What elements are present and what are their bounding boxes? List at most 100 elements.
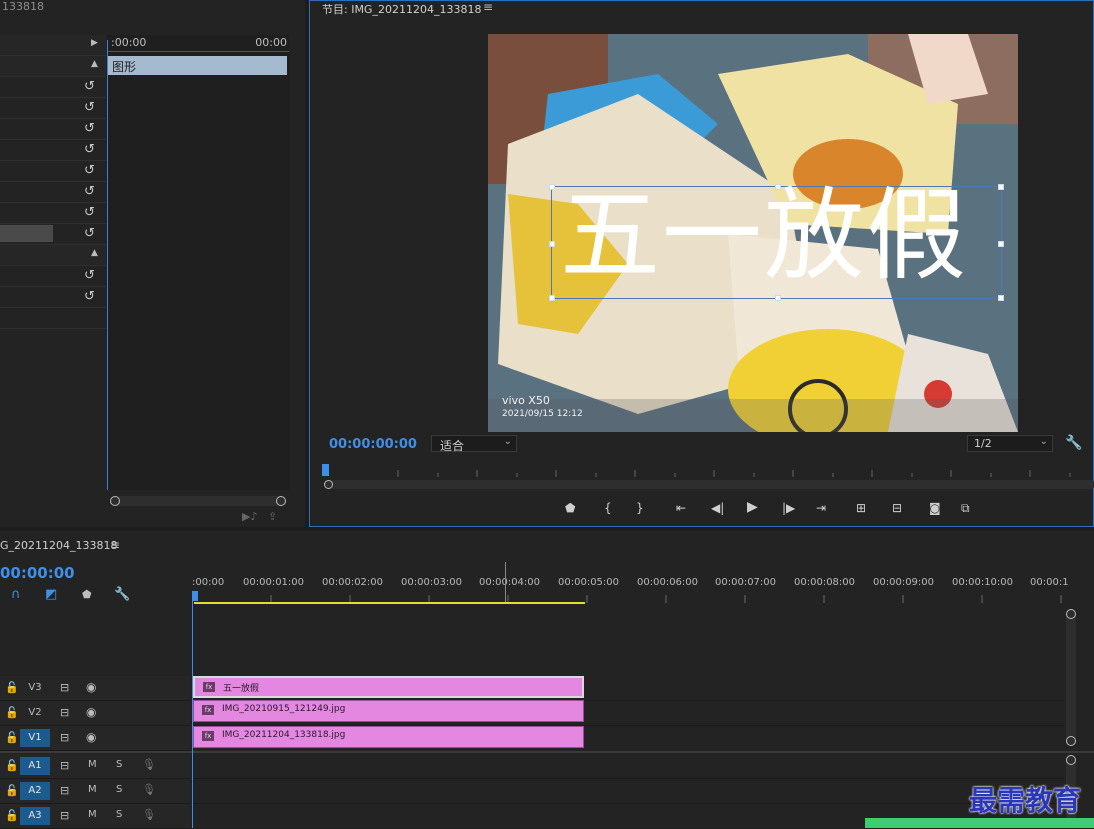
play-audio-icon[interactable]: ▶♪ xyxy=(242,510,257,523)
resize-handle[interactable] xyxy=(998,184,1004,190)
sequence-tab-name[interactable]: G_20211204_133818 xyxy=(0,539,118,552)
go-to-out-icon[interactable]: ⇥ xyxy=(816,501,826,515)
scroll-handle-left[interactable] xyxy=(324,480,333,489)
effect-row[interactable]: ▶ xyxy=(0,35,106,56)
track-header-a1[interactable]: 🔓 A1 ⊟ M S 🎙 xyxy=(0,754,190,779)
solo-button[interactable]: S xyxy=(116,809,122,820)
lock-icon[interactable]: 🔓 xyxy=(5,706,19,719)
track-header-a3[interactable]: 🔓 A3 ⊟ M S 🎙 xyxy=(0,804,190,829)
microphone-icon[interactable]: 🎙 xyxy=(142,783,156,796)
mark-in-icon[interactable]: { xyxy=(604,501,612,515)
fit-select[interactable]: 适合 ⌄ xyxy=(431,435,517,453)
track-lanes[interactable] xyxy=(192,676,1064,828)
track-header-v2[interactable]: 🔓 V2 ⊟ ◉ xyxy=(0,701,190,726)
reset-icon[interactable]: ↺ xyxy=(84,79,95,94)
track-label[interactable]: V1 xyxy=(20,729,50,747)
lock-icon[interactable]: 🔓 xyxy=(5,784,19,797)
reset-icon[interactable]: ↺ xyxy=(84,100,95,115)
scroll-handle-top[interactable] xyxy=(1066,609,1076,619)
reset-icon[interactable]: ↺ xyxy=(84,121,95,136)
play-icon[interactable]: ▶ xyxy=(747,499,758,515)
track-header-v1[interactable]: 🔓 V1 ⊟ ◉ xyxy=(0,726,190,751)
reset-icon[interactable]: ↺ xyxy=(84,205,95,220)
ec-zoom-scrollbar[interactable] xyxy=(110,496,286,506)
program-monitor-title[interactable]: 节目: IMG_20211204_133818 xyxy=(322,1,481,17)
panel-menu-icon[interactable]: ≡ xyxy=(483,0,493,14)
resize-handle[interactable] xyxy=(549,241,555,247)
effect-row[interactable]: ▲ xyxy=(0,245,106,266)
eye-icon[interactable]: ◉ xyxy=(86,680,96,694)
scroll-handle-right[interactable] xyxy=(276,496,286,506)
text-bounding-box[interactable]: 五一放假 xyxy=(549,181,1004,301)
mute-button[interactable]: M xyxy=(88,809,97,820)
resize-handle[interactable] xyxy=(998,295,1004,301)
track-label[interactable]: A3 xyxy=(20,807,50,825)
track-label[interactable]: A1 xyxy=(20,757,50,775)
lift-icon[interactable]: ⊞ xyxy=(856,501,866,515)
reset-icon[interactable]: ↺ xyxy=(84,142,95,157)
solo-button[interactable]: S xyxy=(116,784,122,795)
mute-button[interactable]: M xyxy=(88,784,97,795)
monitor-ruler[interactable] xyxy=(322,464,1094,478)
ec-playhead[interactable] xyxy=(107,40,108,490)
sync-lock-icon[interactable]: ⊟ xyxy=(60,681,69,694)
resolution-select[interactable]: 1/2 ⌄ xyxy=(967,435,1053,452)
track-label[interactable]: A2 xyxy=(20,782,50,800)
reset-icon[interactable]: ↺ xyxy=(84,226,95,241)
param-value-field[interactable] xyxy=(0,225,53,242)
timeline-ruler[interactable]: :00:00 00:00:01:00 00:00:02:00 00:00:03:… xyxy=(192,562,1069,604)
program-timecode[interactable]: 00:00:00:00 xyxy=(329,437,417,452)
eye-icon[interactable]: ◉ xyxy=(86,730,96,744)
sync-lock-icon[interactable]: ⊟ xyxy=(60,759,69,772)
track-header-a2[interactable]: 🔓 A2 ⊟ M S 🎙 xyxy=(0,779,190,804)
reset-icon[interactable]: ↺ xyxy=(84,184,95,199)
camera-icon[interactable]: ◙ xyxy=(929,501,941,515)
clip-image[interactable]: fx IMG_20210915_121249.jpg xyxy=(193,700,584,722)
resize-handle[interactable] xyxy=(775,295,781,301)
eye-icon[interactable]: ◉ xyxy=(86,705,96,719)
monitor-zoom-scrollbar[interactable] xyxy=(324,480,1094,489)
microphone-icon[interactable]: 🎙 xyxy=(142,758,156,771)
sync-lock-icon[interactable]: ⊟ xyxy=(60,784,69,797)
resize-handle[interactable] xyxy=(549,295,555,301)
sync-lock-icon[interactable]: ⊟ xyxy=(60,731,69,744)
add-marker-icon[interactable]: ⬟ xyxy=(82,588,92,601)
scroll-handle-top[interactable] xyxy=(1066,755,1076,765)
collapse-up-icon[interactable]: ▲ xyxy=(91,59,98,69)
step-forward-icon[interactable]: |▶ xyxy=(782,501,795,515)
lock-icon[interactable]: 🔓 xyxy=(5,759,19,772)
track-label[interactable]: V3 xyxy=(20,679,50,697)
reset-icon[interactable]: ↺ xyxy=(84,289,95,304)
timeline-playhead[interactable] xyxy=(192,591,193,828)
comparison-view-icon[interactable]: ⧉ xyxy=(961,501,970,516)
wrench-icon[interactable]: 🔧 xyxy=(1065,435,1082,451)
resize-handle[interactable] xyxy=(549,184,555,190)
scroll-handle-bottom[interactable] xyxy=(1066,736,1076,746)
ec-mini-timeline[interactable]: :00:00 00:00 图形 xyxy=(107,35,289,490)
ec-clip-bar[interactable]: 图形 xyxy=(108,56,287,75)
clip-title-graphic[interactable]: fx 五一放假 xyxy=(193,676,584,698)
lock-icon[interactable]: 🔓 xyxy=(5,809,19,822)
mute-button[interactable]: M xyxy=(88,759,97,770)
add-marker-icon[interactable]: ⬟ xyxy=(565,501,575,515)
microphone-icon[interactable]: 🎙 xyxy=(142,808,156,821)
track-label[interactable]: V2 xyxy=(20,704,50,722)
step-back-icon[interactable]: ◀| xyxy=(711,501,724,515)
video-tracks-scrollbar[interactable] xyxy=(1066,609,1076,746)
wrench-icon[interactable]: 🔧 xyxy=(114,587,130,602)
snap-magnet-icon[interactable]: ∩ xyxy=(11,587,21,602)
resize-handle[interactable] xyxy=(998,241,1004,247)
scroll-handle-left[interactable] xyxy=(110,496,120,506)
video-frame[interactable]: vivo X50 2021/09/15 12:12 五一放假 xyxy=(488,34,1018,432)
go-to-in-icon[interactable]: ⇤ xyxy=(676,501,686,515)
collapse-up-icon[interactable]: ▲ xyxy=(91,248,98,258)
lock-icon[interactable]: 🔓 xyxy=(5,681,19,694)
work-area-bar[interactable] xyxy=(194,602,585,604)
sync-lock-icon[interactable]: ⊟ xyxy=(60,809,69,822)
lock-icon[interactable]: 🔓 xyxy=(5,731,19,744)
track-header-v3[interactable]: 🔓 V3 ⊟ ◉ xyxy=(0,676,190,701)
solo-button[interactable]: S xyxy=(116,759,122,770)
mark-out-icon[interactable]: } xyxy=(636,501,644,515)
extract-icon[interactable]: ⊟ xyxy=(892,501,902,515)
overlay-title-text[interactable]: 五一放假 xyxy=(560,181,968,291)
